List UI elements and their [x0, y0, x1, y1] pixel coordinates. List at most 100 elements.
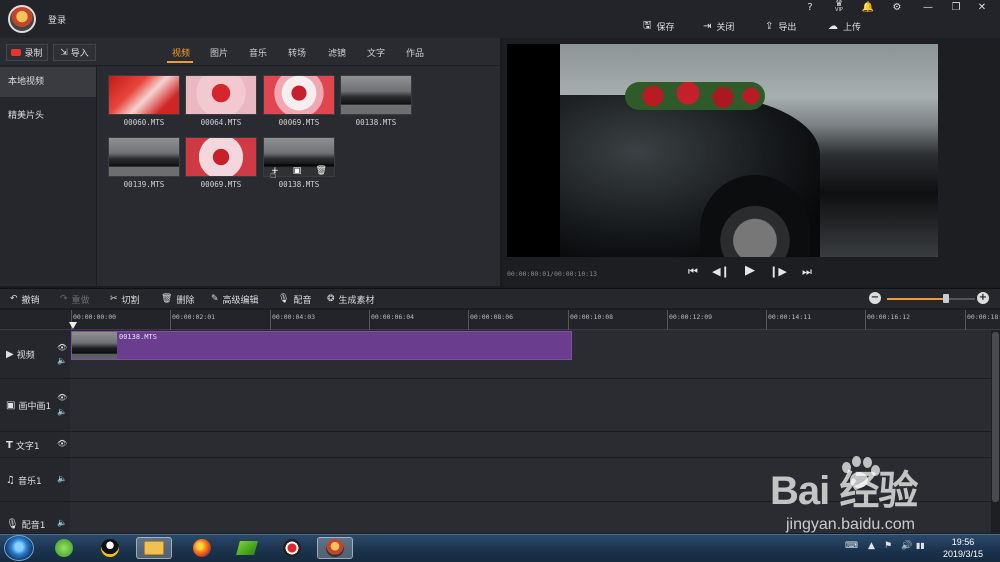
undo-button[interactable]: ↶ 撤销	[10, 292, 40, 306]
redo-button[interactable]: ↷ 重做	[60, 292, 90, 306]
track-header-text: T 文字1 👁	[0, 432, 70, 458]
step-forward-icon[interactable]: ❙▶	[769, 265, 787, 281]
export-icon: ⇪	[765, 20, 774, 32]
start-button[interactable]	[4, 535, 34, 561]
ruler-tick	[965, 310, 966, 330]
close-window-icon[interactable]: ✕	[972, 2, 992, 13]
media-thumbnail[interactable]	[185, 75, 257, 115]
tab-filter[interactable]: 滤镜	[328, 46, 346, 59]
speaker-icon[interactable]: 🔈	[57, 474, 67, 483]
tab-music[interactable]: 音乐	[249, 46, 267, 59]
close-label: 关闭	[716, 22, 735, 33]
login-link[interactable]: 登录	[48, 13, 66, 26]
zoom-slider-handle[interactable]	[943, 294, 949, 303]
video-app-icon[interactable]	[229, 537, 265, 559]
record-icon	[11, 49, 22, 56]
track-header-music: ♫ 音乐1 🔈	[0, 458, 70, 502]
media-thumbnail[interactable]	[263, 75, 335, 115]
generate-material-button[interactable]: ❂ 生成素材	[327, 292, 375, 306]
preview-timecode: 00:00:00:01/00:00:10:13	[507, 270, 598, 278]
speaker-icon[interactable]: 🔈	[57, 518, 67, 527]
microphone-icon: 🎙	[278, 294, 290, 304]
speaker-icon[interactable]: 🔈	[57, 407, 67, 416]
user-avatar[interactable]	[8, 5, 36, 33]
import-button[interactable]: ⇲ 导入	[53, 44, 96, 61]
help-icon[interactable]: ?	[800, 2, 820, 13]
export-button[interactable]: ⇪ 导出	[765, 18, 796, 34]
timeline-clip-name: 00138.MTS	[119, 333, 157, 341]
media-thumbnail[interactable]	[108, 75, 180, 115]
track-name: 画中画1	[18, 402, 52, 412]
pip-icon[interactable]: ▣	[293, 166, 302, 176]
restore-icon[interactable]: ❐	[946, 2, 966, 13]
360-browser-icon[interactable]	[46, 537, 82, 559]
save-button[interactable]: 🖫 保存	[643, 18, 675, 34]
eye-icon[interactable]: 👁	[57, 343, 67, 352]
tab-image[interactable]: 图片	[210, 46, 228, 59]
zoom-in-button[interactable]: +	[977, 292, 989, 304]
cut-button[interactable]: ✂ 切割	[110, 292, 140, 306]
redo-icon: ↷	[60, 294, 68, 304]
watermark-url: jingyan.baidu.com	[786, 516, 915, 533]
skip-start-icon[interactable]: ⏮	[684, 265, 702, 281]
export-label: 导出	[778, 22, 797, 33]
tab-transition[interactable]: 转场	[288, 46, 306, 59]
editor-app-icon[interactable]	[317, 537, 353, 559]
network-icon[interactable]: ▮▮	[916, 541, 925, 550]
track-header-voiceover: 🎙 配音1 🔈	[0, 502, 70, 534]
tray-expand-icon[interactable]: ▲	[868, 541, 875, 551]
play-square-icon: ▶	[6, 349, 14, 360]
ruler-tick-label: 00:00:08:06	[470, 313, 514, 321]
generate-material-label: 生成素材	[338, 295, 375, 306]
media-name: 00069.MTS	[278, 118, 320, 127]
media-thumbnail[interactable]	[185, 137, 257, 177]
trash-icon[interactable]: 🗑	[315, 166, 326, 176]
advanced-edit-button[interactable]: ✎ 高级编辑	[211, 292, 259, 306]
bell-icon[interactable]: 🔔	[858, 2, 878, 13]
system-clock[interactable]: 19:56 2019/3/15	[930, 536, 996, 560]
upload-button[interactable]: ☁ 上传	[828, 18, 861, 34]
tab-works[interactable]: 作品	[406, 46, 424, 59]
delete-button[interactable]: 🗑 删除	[161, 292, 194, 306]
qq-icon[interactable]	[92, 537, 128, 559]
playhead[interactable]	[69, 322, 77, 329]
ruler-tick	[766, 310, 767, 330]
timeline-scrollbar-thumb[interactable]	[992, 332, 999, 502]
ruler-tick	[170, 310, 171, 330]
settings-icon[interactable]: ⚙	[887, 2, 907, 13]
tab-video[interactable]: 视频	[172, 46, 190, 59]
volume-icon[interactable]: 🔊	[901, 541, 912, 551]
sidebar-item-intros[interactable]: 精美片头	[0, 101, 96, 131]
ruler-tick-label: 00:00:14:11	[768, 313, 812, 321]
keyboard-icon[interactable]: ⌨	[845, 541, 858, 551]
voiceover-button[interactable]: 🎙 配音	[278, 292, 311, 306]
save-icon: 🖫	[643, 19, 652, 31]
action-center-icon[interactable]: ⚑	[884, 541, 892, 551]
media-thumbnail[interactable]	[108, 137, 180, 177]
eye-icon[interactable]: 👁	[57, 439, 67, 448]
record-app-icon[interactable]	[274, 537, 310, 559]
sidebar-item-local-video[interactable]: 本地视频	[0, 67, 96, 97]
step-back-icon[interactable]: ◀❙	[712, 265, 730, 281]
clock-time: 19:56	[951, 537, 975, 547]
track-name: 视频	[16, 351, 35, 361]
redo-label: 重做	[71, 295, 90, 306]
skip-end-icon[interactable]: ⏭	[798, 265, 816, 281]
cloud-upload-icon: ☁	[828, 20, 838, 32]
tab-text[interactable]: 文字	[367, 46, 385, 59]
speaker-icon[interactable]: 🔈	[57, 356, 67, 365]
eye-icon[interactable]: 👁	[57, 393, 67, 402]
close-button[interactable]: ⇥ 关闭	[703, 18, 734, 34]
vip-icon[interactable]: ♛ VIP	[829, 0, 849, 13]
file-explorer-icon[interactable]	[136, 537, 172, 559]
minimize-icon[interactable]: —	[918, 2, 938, 13]
zoom-out-button[interactable]: −	[869, 292, 881, 304]
media-thumbnail[interactable]	[340, 75, 412, 115]
film-reel-icon: ❂	[327, 294, 335, 304]
play-icon[interactable]: ▶	[741, 263, 759, 279]
record-button[interactable]: 录制	[6, 44, 48, 61]
track-header-video: ▶ 视频 👁 🔈	[0, 330, 70, 379]
ruler-tick-label: 00:00:16:12	[867, 313, 911, 321]
firefox-icon[interactable]	[184, 537, 220, 559]
track-lane-pip[interactable]	[70, 379, 991, 432]
